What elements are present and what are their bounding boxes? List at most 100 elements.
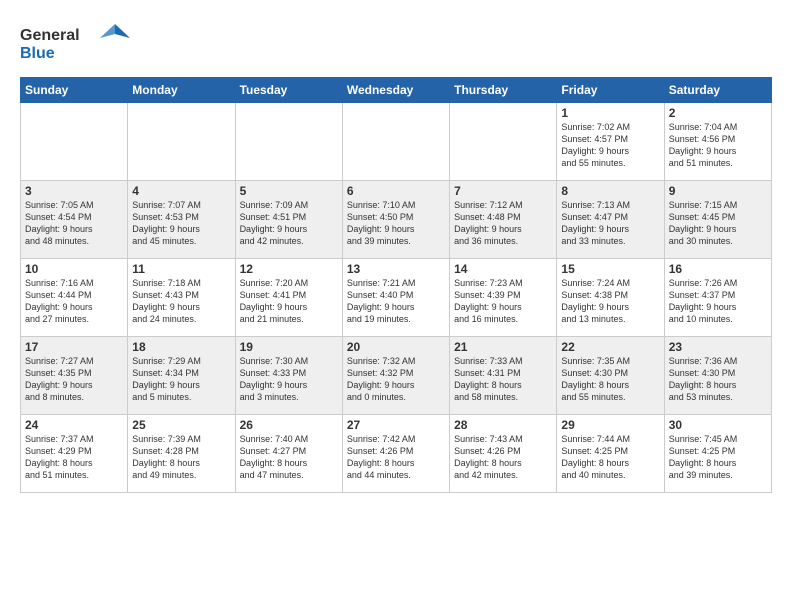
calendar-week-1: 1Sunrise: 7:02 AM Sunset: 4:57 PM Daylig… xyxy=(21,103,772,181)
day-info: Sunrise: 7:15 AM Sunset: 4:45 PM Dayligh… xyxy=(669,199,767,248)
calendar-cell: 7Sunrise: 7:12 AM Sunset: 4:48 PM Daylig… xyxy=(450,181,557,259)
day-number: 15 xyxy=(561,262,659,276)
day-number: 12 xyxy=(240,262,338,276)
calendar-cell xyxy=(450,103,557,181)
day-number: 6 xyxy=(347,184,445,198)
page: General Blue SundayMondayTuesdayWednesda… xyxy=(0,0,792,612)
day-info: Sunrise: 7:45 AM Sunset: 4:25 PM Dayligh… xyxy=(669,433,767,482)
day-info: Sunrise: 7:30 AM Sunset: 4:33 PM Dayligh… xyxy=(240,355,338,404)
calendar-cell: 1Sunrise: 7:02 AM Sunset: 4:57 PM Daylig… xyxy=(557,103,664,181)
day-info: Sunrise: 7:35 AM Sunset: 4:30 PM Dayligh… xyxy=(561,355,659,404)
weekday-header-wednesday: Wednesday xyxy=(342,78,449,103)
day-info: Sunrise: 7:21 AM Sunset: 4:40 PM Dayligh… xyxy=(347,277,445,326)
calendar-cell: 2Sunrise: 7:04 AM Sunset: 4:56 PM Daylig… xyxy=(664,103,771,181)
calendar-cell: 13Sunrise: 7:21 AM Sunset: 4:40 PM Dayli… xyxy=(342,259,449,337)
calendar-cell: 3Sunrise: 7:05 AM Sunset: 4:54 PM Daylig… xyxy=(21,181,128,259)
day-info: Sunrise: 7:33 AM Sunset: 4:31 PM Dayligh… xyxy=(454,355,552,404)
calendar-cell: 26Sunrise: 7:40 AM Sunset: 4:27 PM Dayli… xyxy=(235,415,342,493)
header: General Blue xyxy=(20,16,772,69)
calendar-cell: 11Sunrise: 7:18 AM Sunset: 4:43 PM Dayli… xyxy=(128,259,235,337)
day-number: 24 xyxy=(25,418,123,432)
day-info: Sunrise: 7:36 AM Sunset: 4:30 PM Dayligh… xyxy=(669,355,767,404)
day-number: 20 xyxy=(347,340,445,354)
calendar-cell xyxy=(342,103,449,181)
day-number: 16 xyxy=(669,262,767,276)
calendar-cell: 25Sunrise: 7:39 AM Sunset: 4:28 PM Dayli… xyxy=(128,415,235,493)
day-number: 23 xyxy=(669,340,767,354)
weekday-header-monday: Monday xyxy=(128,78,235,103)
calendar-cell: 12Sunrise: 7:20 AM Sunset: 4:41 PM Dayli… xyxy=(235,259,342,337)
calendar-cell xyxy=(128,103,235,181)
weekday-header-saturday: Saturday xyxy=(664,78,771,103)
calendar-cell: 5Sunrise: 7:09 AM Sunset: 4:51 PM Daylig… xyxy=(235,181,342,259)
weekday-header-tuesday: Tuesday xyxy=(235,78,342,103)
day-number: 26 xyxy=(240,418,338,432)
calendar-cell: 30Sunrise: 7:45 AM Sunset: 4:25 PM Dayli… xyxy=(664,415,771,493)
calendar-cell: 23Sunrise: 7:36 AM Sunset: 4:30 PM Dayli… xyxy=(664,337,771,415)
day-info: Sunrise: 7:26 AM Sunset: 4:37 PM Dayligh… xyxy=(669,277,767,326)
day-info: Sunrise: 7:18 AM Sunset: 4:43 PM Dayligh… xyxy=(132,277,230,326)
day-info: Sunrise: 7:44 AM Sunset: 4:25 PM Dayligh… xyxy=(561,433,659,482)
day-number: 29 xyxy=(561,418,659,432)
day-number: 5 xyxy=(240,184,338,198)
svg-text:Blue: Blue xyxy=(20,45,55,62)
day-number: 14 xyxy=(454,262,552,276)
day-info: Sunrise: 7:32 AM Sunset: 4:32 PM Dayligh… xyxy=(347,355,445,404)
calendar-table: SundayMondayTuesdayWednesdayThursdayFrid… xyxy=(20,77,772,493)
day-number: 3 xyxy=(25,184,123,198)
weekday-header-friday: Friday xyxy=(557,78,664,103)
calendar-cell: 22Sunrise: 7:35 AM Sunset: 4:30 PM Dayli… xyxy=(557,337,664,415)
day-info: Sunrise: 7:13 AM Sunset: 4:47 PM Dayligh… xyxy=(561,199,659,248)
calendar-cell: 15Sunrise: 7:24 AM Sunset: 4:38 PM Dayli… xyxy=(557,259,664,337)
day-info: Sunrise: 7:05 AM Sunset: 4:54 PM Dayligh… xyxy=(25,199,123,248)
day-number: 7 xyxy=(454,184,552,198)
calendar-week-4: 17Sunrise: 7:27 AM Sunset: 4:35 PM Dayli… xyxy=(21,337,772,415)
day-info: Sunrise: 7:04 AM Sunset: 4:56 PM Dayligh… xyxy=(669,121,767,170)
day-info: Sunrise: 7:24 AM Sunset: 4:38 PM Dayligh… xyxy=(561,277,659,326)
day-number: 4 xyxy=(132,184,230,198)
day-number: 17 xyxy=(25,340,123,354)
weekday-header-thursday: Thursday xyxy=(450,78,557,103)
calendar-cell: 8Sunrise: 7:13 AM Sunset: 4:47 PM Daylig… xyxy=(557,181,664,259)
day-info: Sunrise: 7:37 AM Sunset: 4:29 PM Dayligh… xyxy=(25,433,123,482)
day-number: 19 xyxy=(240,340,338,354)
calendar-cell: 24Sunrise: 7:37 AM Sunset: 4:29 PM Dayli… xyxy=(21,415,128,493)
day-info: Sunrise: 7:39 AM Sunset: 4:28 PM Dayligh… xyxy=(132,433,230,482)
calendar-cell: 10Sunrise: 7:16 AM Sunset: 4:44 PM Dayli… xyxy=(21,259,128,337)
day-info: Sunrise: 7:42 AM Sunset: 4:26 PM Dayligh… xyxy=(347,433,445,482)
calendar-week-2: 3Sunrise: 7:05 AM Sunset: 4:54 PM Daylig… xyxy=(21,181,772,259)
day-number: 18 xyxy=(132,340,230,354)
day-number: 30 xyxy=(669,418,767,432)
weekday-header-row: SundayMondayTuesdayWednesdayThursdayFrid… xyxy=(21,78,772,103)
day-number: 11 xyxy=(132,262,230,276)
day-info: Sunrise: 7:20 AM Sunset: 4:41 PM Dayligh… xyxy=(240,277,338,326)
calendar-cell: 17Sunrise: 7:27 AM Sunset: 4:35 PM Dayli… xyxy=(21,337,128,415)
day-number: 22 xyxy=(561,340,659,354)
day-info: Sunrise: 7:29 AM Sunset: 4:34 PM Dayligh… xyxy=(132,355,230,404)
calendar-cell xyxy=(235,103,342,181)
calendar-week-3: 10Sunrise: 7:16 AM Sunset: 4:44 PM Dayli… xyxy=(21,259,772,337)
day-info: Sunrise: 7:07 AM Sunset: 4:53 PM Dayligh… xyxy=(132,199,230,248)
calendar-cell: 21Sunrise: 7:33 AM Sunset: 4:31 PM Dayli… xyxy=(450,337,557,415)
day-number: 27 xyxy=(347,418,445,432)
day-info: Sunrise: 7:27 AM Sunset: 4:35 PM Dayligh… xyxy=(25,355,123,404)
calendar-cell: 28Sunrise: 7:43 AM Sunset: 4:26 PM Dayli… xyxy=(450,415,557,493)
day-info: Sunrise: 7:12 AM Sunset: 4:48 PM Dayligh… xyxy=(454,199,552,248)
calendar-cell xyxy=(21,103,128,181)
weekday-header-sunday: Sunday xyxy=(21,78,128,103)
day-number: 21 xyxy=(454,340,552,354)
day-number: 28 xyxy=(454,418,552,432)
calendar-week-5: 24Sunrise: 7:37 AM Sunset: 4:29 PM Dayli… xyxy=(21,415,772,493)
day-info: Sunrise: 7:23 AM Sunset: 4:39 PM Dayligh… xyxy=(454,277,552,326)
day-number: 8 xyxy=(561,184,659,198)
calendar-cell: 20Sunrise: 7:32 AM Sunset: 4:32 PM Dayli… xyxy=(342,337,449,415)
day-info: Sunrise: 7:10 AM Sunset: 4:50 PM Dayligh… xyxy=(347,199,445,248)
calendar-cell: 29Sunrise: 7:44 AM Sunset: 4:25 PM Dayli… xyxy=(557,415,664,493)
day-number: 10 xyxy=(25,262,123,276)
day-info: Sunrise: 7:09 AM Sunset: 4:51 PM Dayligh… xyxy=(240,199,338,248)
calendar-cell: 18Sunrise: 7:29 AM Sunset: 4:34 PM Dayli… xyxy=(128,337,235,415)
day-number: 9 xyxy=(669,184,767,198)
logo-text: General Blue xyxy=(20,20,130,69)
day-info: Sunrise: 7:40 AM Sunset: 4:27 PM Dayligh… xyxy=(240,433,338,482)
calendar-cell: 27Sunrise: 7:42 AM Sunset: 4:26 PM Dayli… xyxy=(342,415,449,493)
